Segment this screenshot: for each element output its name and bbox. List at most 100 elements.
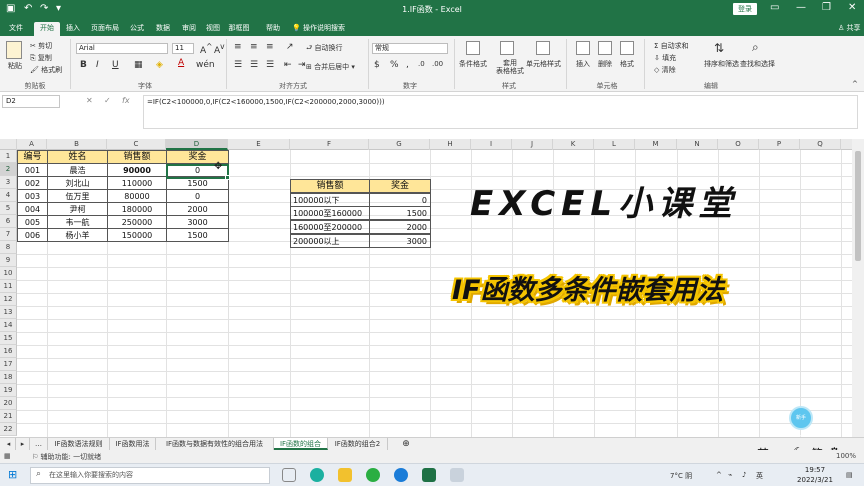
network-icon[interactable]: ⌁	[728, 471, 732, 479]
table-cell[interactable]: 250000	[107, 215, 167, 229]
tab-file[interactable]: 文件	[4, 22, 28, 36]
tray-chevron-icon[interactable]: ^	[716, 471, 722, 479]
task-view-icon[interactable]	[282, 468, 296, 482]
column-header-k[interactable]: K	[553, 139, 594, 150]
tab-page-layout[interactable]: 页面布局	[88, 22, 122, 36]
indent-increase-icon[interactable]: ⇥	[298, 60, 306, 70]
currency-icon[interactable]: $	[374, 60, 380, 70]
row-header-11[interactable]: 11	[0, 280, 17, 293]
scrollbar-thumb[interactable]	[855, 151, 861, 261]
table-cell[interactable]: 韦一航	[47, 215, 108, 229]
insert-cells-label[interactable]: 插入	[576, 59, 590, 69]
row-header-14[interactable]: 14	[0, 319, 17, 332]
autosum-button[interactable]: Σ 自动求和	[654, 41, 689, 51]
sheet-tab[interactable]: IF函数与数据有效性的组合用法	[156, 438, 274, 450]
phonetic-icon[interactable]: wén	[196, 60, 215, 70]
format-cells-icon[interactable]	[620, 41, 634, 55]
lookup-cell[interactable]: 100000至160000	[290, 206, 370, 220]
table-header-cell[interactable]: 销售额	[107, 150, 167, 164]
cut-button[interactable]: ✂ 剪切	[30, 41, 52, 51]
column-header-f[interactable]: F	[290, 139, 369, 150]
row-header-13[interactable]: 13	[0, 306, 17, 319]
delete-cells-icon[interactable]	[598, 41, 612, 55]
tell-me-search[interactable]: 💡 操作说明搜索	[292, 22, 345, 35]
tab-data[interactable]: 数据	[152, 22, 174, 36]
delete-cells-label[interactable]: 删除	[598, 59, 612, 69]
edge-icon[interactable]	[310, 468, 324, 482]
taskbar-lang[interactable]: 英	[756, 471, 763, 481]
row-header-2[interactable]: 2	[0, 163, 17, 176]
row-header-7[interactable]: 7	[0, 228, 17, 241]
table-cell[interactable]: 006	[17, 228, 48, 242]
row-header-12[interactable]: 12	[0, 293, 17, 306]
column-header-o[interactable]: O	[718, 139, 759, 150]
clock[interactable]: 19:57 2022/3/21	[790, 465, 840, 485]
align-bottom-icon[interactable]: ≡	[266, 42, 274, 52]
paste-icon[interactable]	[6, 41, 22, 59]
lookup-cell[interactable]: 160000至200000	[290, 220, 370, 234]
lookup-header-cell[interactable]: 奖金	[369, 179, 431, 193]
font-name-combo[interactable]: Arial	[76, 43, 168, 54]
table-cell[interactable]: 110000	[107, 176, 167, 190]
row-header-21[interactable]: 21	[0, 410, 17, 423]
table-cell[interactable]: 刘北山	[47, 176, 108, 190]
column-header-g[interactable]: G	[369, 139, 430, 150]
align-top-icon[interactable]: ≡	[234, 42, 242, 52]
decrease-decimal-icon[interactable]: .00	[432, 60, 443, 68]
excel-icon[interactable]	[422, 468, 436, 482]
tab-view[interactable]: 视图	[202, 22, 224, 36]
table-cell[interactable]: 001	[17, 163, 48, 177]
row-header-5[interactable]: 5	[0, 202, 17, 215]
underline-button[interactable]: U	[112, 60, 119, 70]
shrink-font-icon[interactable]: Av	[214, 42, 225, 56]
table-header-cell[interactable]: 编号	[17, 150, 48, 164]
row-header-3[interactable]: 3	[0, 176, 17, 189]
sheet-tab[interactable]: IF函数用法	[110, 438, 156, 450]
zoom-level[interactable]: 100%	[836, 452, 856, 460]
taskbar-search-input[interactable]: 在这里输入你要搜索的内容	[30, 467, 270, 484]
lookup-cell[interactable]: 200000以上	[290, 234, 370, 248]
column-header-p[interactable]: P	[759, 139, 800, 150]
row-header-6[interactable]: 6	[0, 215, 17, 228]
edge-browser-icon[interactable]	[394, 468, 408, 482]
cancel-icon[interactable]: ✕	[86, 96, 93, 105]
table-cell[interactable]: 80000	[107, 189, 167, 203]
lookup-cell[interactable]: 2000	[369, 220, 431, 234]
row-header-1[interactable]: 1	[0, 150, 17, 163]
format-painter-button[interactable]: 🖌 格式刷	[30, 65, 62, 75]
tab-review[interactable]: 审阅	[178, 22, 200, 36]
formula-input[interactable]: =IF(C2<100000,0,IF(C2<160000,1500,IF(C2<…	[143, 95, 858, 129]
column-header-b[interactable]: B	[47, 139, 107, 150]
italic-button[interactable]: I	[96, 60, 99, 70]
column-header-a[interactable]: A	[17, 139, 47, 150]
sheet-tab[interactable]: IF函数的组合2	[328, 438, 388, 450]
borders-icon[interactable]: ▦	[134, 60, 143, 70]
sheet-tab[interactable]: IF函数语法规则	[48, 438, 110, 450]
cell-styles-icon[interactable]	[536, 41, 550, 55]
table-cell[interactable]: 005	[17, 215, 48, 229]
paste-label[interactable]: 粘贴	[8, 61, 22, 71]
row-header-20[interactable]: 20	[0, 397, 17, 410]
tab-formulas[interactable]: 公式	[126, 22, 148, 36]
column-header-n[interactable]: N	[677, 139, 718, 150]
align-center-icon[interactable]: ☰	[250, 60, 258, 70]
orientation-icon[interactable]: ↗	[286, 42, 294, 52]
add-sheet-icon[interactable]: ⊕	[398, 438, 414, 450]
row-header-15[interactable]: 15	[0, 332, 17, 345]
select-all-corner[interactable]	[0, 139, 17, 150]
wrap-text-button[interactable]: ⮐ 自动换行	[306, 43, 343, 55]
copy-button[interactable]: ⎘ 复制	[30, 53, 52, 63]
align-middle-icon[interactable]: ≡	[250, 42, 258, 52]
close-icon[interactable]: ✕	[848, 2, 856, 13]
align-right-icon[interactable]: ☰	[266, 60, 274, 70]
next-sheet-icon[interactable]: ▸	[16, 438, 30, 450]
minimize-icon[interactable]: —	[796, 2, 806, 13]
weather-widget[interactable]: 7°C 阴	[670, 471, 692, 481]
table-cell[interactable]: 90000	[107, 163, 167, 177]
format-table-icon[interactable]	[500, 41, 514, 55]
collapse-ribbon-icon[interactable]: ^	[852, 80, 858, 88]
ribbon-display-icon[interactable]: ▭	[770, 2, 779, 13]
align-left-icon[interactable]: ☰	[234, 60, 242, 70]
grow-font-icon[interactable]: A^	[200, 42, 212, 56]
indent-decrease-icon[interactable]: ⇤	[284, 60, 292, 70]
